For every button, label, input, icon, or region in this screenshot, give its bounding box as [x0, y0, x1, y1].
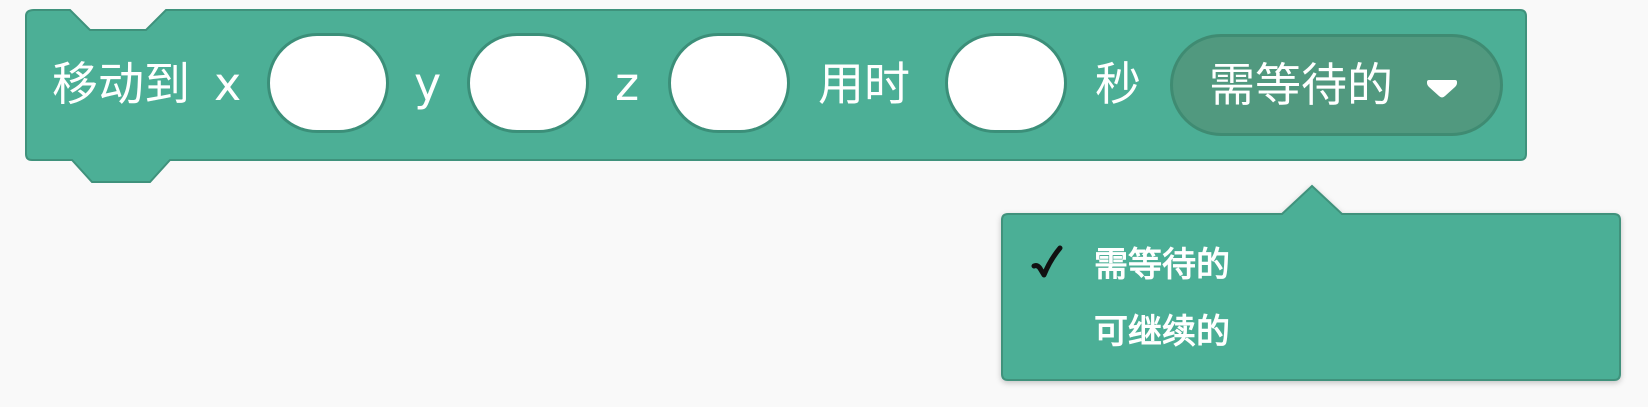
canvas: 移动到 x y z 用时 秒 需等待的 需等待的 可继续的: [0, 0, 1648, 407]
checkmark-icon: [1031, 245, 1063, 278]
menu-item-wait[interactable]: 需等待的: [1094, 240, 1230, 290]
wait-mode-menu: [1001, 184, 1621, 381]
menu-item-continue[interactable]: 可继续的: [1094, 307, 1230, 357]
